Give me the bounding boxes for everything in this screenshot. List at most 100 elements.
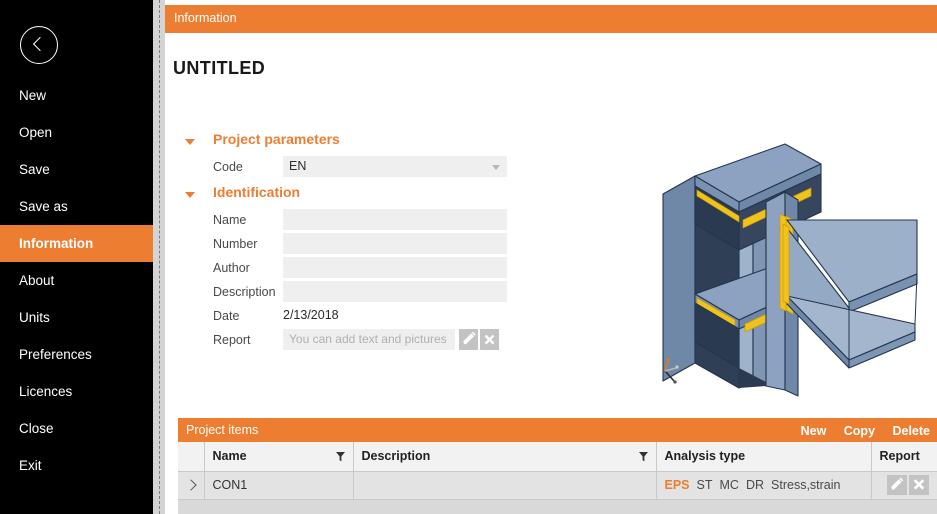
chevron-down-icon[interactable]: [492, 165, 500, 170]
sidebar-item-close[interactable]: Close: [0, 410, 153, 447]
sidebar-item-label: New: [19, 88, 47, 103]
sidebar-item-save[interactable]: Save: [0, 151, 153, 188]
name-label: Name: [213, 213, 247, 227]
section-identification[interactable]: Identification: [165, 183, 525, 209]
section-heading-label: Identification: [213, 184, 301, 200]
report-delete-button[interactable]: [480, 329, 499, 350]
sidebar-item-exit[interactable]: Exit: [0, 447, 153, 484]
cell-description[interactable]: [353, 471, 657, 500]
pane-separator: [153, 0, 165, 514]
sidebar-item-new[interactable]: New: [0, 77, 153, 114]
section-header-label: Information: [174, 11, 237, 25]
sidebar-item-label: Preferences: [19, 347, 92, 362]
cell-analysis-type: EPS ST MC DR Stress,strain: [656, 471, 872, 500]
number-input[interactable]: [283, 233, 507, 254]
report-label: Report: [213, 333, 251, 347]
sidebar-item-units[interactable]: Units: [0, 299, 153, 336]
section-heading-label: Project parameters: [213, 131, 340, 147]
author-label: Author: [213, 261, 250, 275]
sidebar-item-label: Save as: [19, 199, 68, 214]
row-expand-cell[interactable]: [178, 471, 205, 500]
backstage-sidebar: New Open Save Save as Information About …: [0, 0, 153, 514]
delete-button[interactable]: Delete: [892, 424, 930, 438]
code-value: EN: [289, 159, 307, 173]
analysis-tag-eps[interactable]: EPS: [665, 478, 690, 492]
author-input[interactable]: [283, 257, 507, 278]
page-title: UNTITLED: [173, 58, 266, 78]
table-body: CON1 EPS ST MC DR Stress,strain: [178, 471, 937, 500]
report-edit-button[interactable]: [459, 329, 478, 350]
funnel-icon[interactable]: [638, 452, 648, 462]
code-label: Code: [213, 160, 243, 174]
column-header-handle: [178, 442, 205, 472]
date-label: Date: [213, 309, 240, 323]
table-header-row: Name Description Analysis type Report: [178, 442, 937, 472]
column-header-report: Report: [871, 442, 937, 472]
sidebar-item-label: Information: [19, 236, 94, 251]
information-form: Project parameters Code EN Identificatio…: [165, 130, 525, 353]
sidebar-item-open[interactable]: Open: [0, 114, 153, 151]
chevron-left-icon: [32, 36, 48, 52]
triangle-down-icon[interactable]: [185, 192, 195, 198]
sidebar-item-label: Open: [19, 125, 53, 140]
report-control-group: You can add text and pictures: [283, 329, 507, 350]
connection-model-drawing: [662, 143, 918, 397]
column-header-analysis-type[interactable]: Analysis type: [656, 442, 872, 472]
row-delete-button[interactable]: [909, 475, 929, 495]
analysis-tag-st[interactable]: ST: [697, 478, 713, 492]
field-row-description: Description: [165, 281, 525, 305]
cell-name[interactable]: CON1: [204, 471, 354, 500]
copy-button[interactable]: Copy: [844, 424, 875, 438]
cell-report: [871, 471, 937, 500]
date-field: 2/13/2018: [283, 305, 507, 326]
separator-dotted-line: [159, 0, 160, 514]
application-window: New Open Save Save as Information About …: [0, 0, 937, 514]
close-x-icon: [484, 334, 495, 345]
row-edit-button[interactable]: [887, 475, 907, 495]
sidebar-item-label: Licences: [19, 384, 73, 399]
triangle-down-icon[interactable]: [185, 139, 195, 145]
chevron-right-icon[interactable]: [185, 479, 197, 491]
field-row-author: Author: [165, 257, 525, 281]
sidebar-item-label: Save: [19, 162, 50, 177]
section-header-bar: Information: [165, 5, 937, 33]
column-label: Description: [361, 449, 431, 464]
field-row-report: Report You can add text and pictures: [165, 329, 525, 353]
model-viewport-3d[interactable]: [635, 128, 937, 413]
table-header: Name Description Analysis type Report: [178, 442, 937, 472]
column-header-name[interactable]: Name: [204, 442, 354, 472]
date-value: 2/13/2018: [283, 308, 339, 322]
table-row[interactable]: CON1 EPS ST MC DR Stress,strain: [178, 471, 937, 500]
sidebar-item-about[interactable]: About: [0, 262, 153, 299]
new-button[interactable]: New: [801, 424, 827, 438]
content-pane: Information UNTITLED Project parameters …: [165, 0, 937, 514]
name-input[interactable]: [283, 209, 507, 230]
section-project-parameters[interactable]: Project parameters: [165, 130, 525, 156]
project-items-table: Name Description Analysis type Report CO…: [178, 442, 937, 500]
analysis-tag-mc[interactable]: MC: [720, 478, 739, 492]
back-button[interactable]: [20, 26, 58, 64]
sidebar-item-preferences[interactable]: Preferences: [0, 336, 153, 373]
sidebar-item-label: Close: [19, 421, 54, 436]
description-input[interactable]: [283, 281, 507, 302]
column-header-description[interactable]: Description: [353, 442, 657, 472]
field-row-number: Number: [165, 233, 525, 257]
column-label: Report: [879, 449, 920, 464]
pencil-icon: [891, 477, 904, 490]
analysis-tag-stress-strain[interactable]: Stress,strain: [771, 478, 840, 492]
description-label: Description: [213, 285, 276, 299]
sidebar-item-information[interactable]: Information: [0, 225, 153, 262]
field-row-date: Date 2/13/2018: [165, 305, 525, 329]
pencil-icon: [463, 331, 476, 345]
table-footer-strip: [178, 500, 937, 514]
sidebar-item-label: About: [19, 273, 55, 288]
code-select[interactable]: EN: [283, 156, 507, 177]
column-label: Name: [212, 449, 247, 464]
sidebar-item-licences[interactable]: Licences: [0, 373, 153, 410]
analysis-tag-dr[interactable]: DR: [746, 478, 764, 492]
project-items-header: Project items New Copy Delete: [178, 418, 937, 442]
close-x-icon: [913, 479, 925, 490]
funnel-icon[interactable]: [335, 452, 345, 462]
sidebar-item-save-as[interactable]: Save as: [0, 188, 153, 225]
report-placeholder-text[interactable]: You can add text and pictures: [283, 329, 455, 350]
